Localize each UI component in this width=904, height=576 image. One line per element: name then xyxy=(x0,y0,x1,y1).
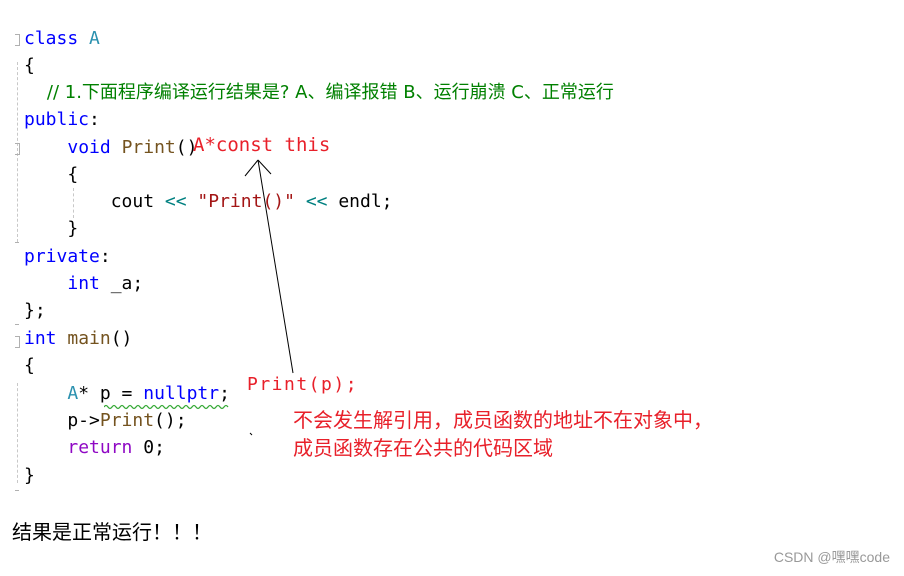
code-token: cout xyxy=(24,191,165,212)
code-token: { xyxy=(24,55,35,76)
code-token: : xyxy=(99,246,111,267)
code-token: Print xyxy=(99,410,155,431)
code-line: } xyxy=(24,215,78,242)
code-token: * p = xyxy=(78,383,144,404)
code-line: // 1.下面程序编译运行结果是? A、编译报错 B、运行崩溃 C、正常运行 xyxy=(24,79,614,106)
code-token: { xyxy=(24,355,35,376)
code-line: { xyxy=(24,161,78,188)
code-token: : xyxy=(89,109,100,130)
code-token: }; xyxy=(24,300,46,321)
code-token: public xyxy=(24,109,90,130)
code-token: } xyxy=(24,218,79,239)
code-token: } xyxy=(24,465,35,486)
code-token: A xyxy=(67,383,79,404)
code-line: A* p = nullptr; xyxy=(24,380,230,407)
code-token: int xyxy=(24,328,57,349)
code-token: class xyxy=(24,28,79,49)
fold-end-class xyxy=(15,324,19,325)
code-token: nullptr xyxy=(143,383,220,404)
code-token: // 1.下面程序编译运行结果是? A、编译报错 B、运行崩溃 C、正常运行 xyxy=(24,82,614,103)
code-line: class A xyxy=(24,25,100,52)
code-token: ; xyxy=(219,383,230,404)
fold-toggle-main[interactable] xyxy=(15,336,20,348)
call-form-annotation: Print(p); xyxy=(247,374,359,395)
warning-squiggle xyxy=(104,404,229,410)
code-token: () xyxy=(110,328,133,349)
code-line: int _a; xyxy=(24,270,143,297)
code-token: _a; xyxy=(99,273,144,294)
code-token: private xyxy=(24,246,100,267)
code-token: { xyxy=(24,164,79,185)
code-line: int main() xyxy=(24,325,132,352)
code-line: }; xyxy=(24,297,46,324)
code-token: << xyxy=(305,191,328,212)
result-text: 结果是正常运行！！！ xyxy=(12,520,212,544)
code-token: "Print()" xyxy=(197,191,295,212)
code-token: p-> xyxy=(24,410,100,431)
code-token: Print xyxy=(121,137,176,158)
code-line: { xyxy=(24,52,35,79)
explanation-line-2: 成员函数存在公共的代码区域 xyxy=(293,436,553,460)
code-token: void xyxy=(67,137,111,158)
code-token: 0; xyxy=(132,437,165,458)
code-token: endl; xyxy=(327,191,393,212)
watermark: CSDN @嘿嘿code xyxy=(773,549,890,565)
code-line: { xyxy=(24,352,35,379)
code-line: p->Print(); xyxy=(24,407,187,434)
explanation-line-1: 不会发生解引用，成员函数的地址不在对象中， xyxy=(293,408,713,432)
code-token: A xyxy=(89,28,100,49)
fold-end-main xyxy=(15,490,19,491)
code-line: void Print() xyxy=(24,134,197,161)
code-token: int xyxy=(67,273,100,294)
indent-guide xyxy=(17,383,18,483)
fold-toggle-class[interactable] xyxy=(15,34,20,46)
indent-guide xyxy=(73,188,74,218)
code-line: private: xyxy=(24,243,111,270)
code-line: public: xyxy=(24,106,100,133)
code-token: return xyxy=(67,437,133,458)
code-token: main xyxy=(67,328,111,349)
code-token: (); xyxy=(154,410,187,431)
code-line: cout << "Print()" << endl; xyxy=(24,188,393,215)
fold-end-print xyxy=(15,242,19,243)
code-line: return 0; xyxy=(24,434,165,461)
code-token: << xyxy=(164,191,187,212)
this-param-annotation: A*const this xyxy=(193,134,331,156)
code-line: } xyxy=(24,462,35,489)
fold-toggle-print[interactable] xyxy=(15,143,20,155)
